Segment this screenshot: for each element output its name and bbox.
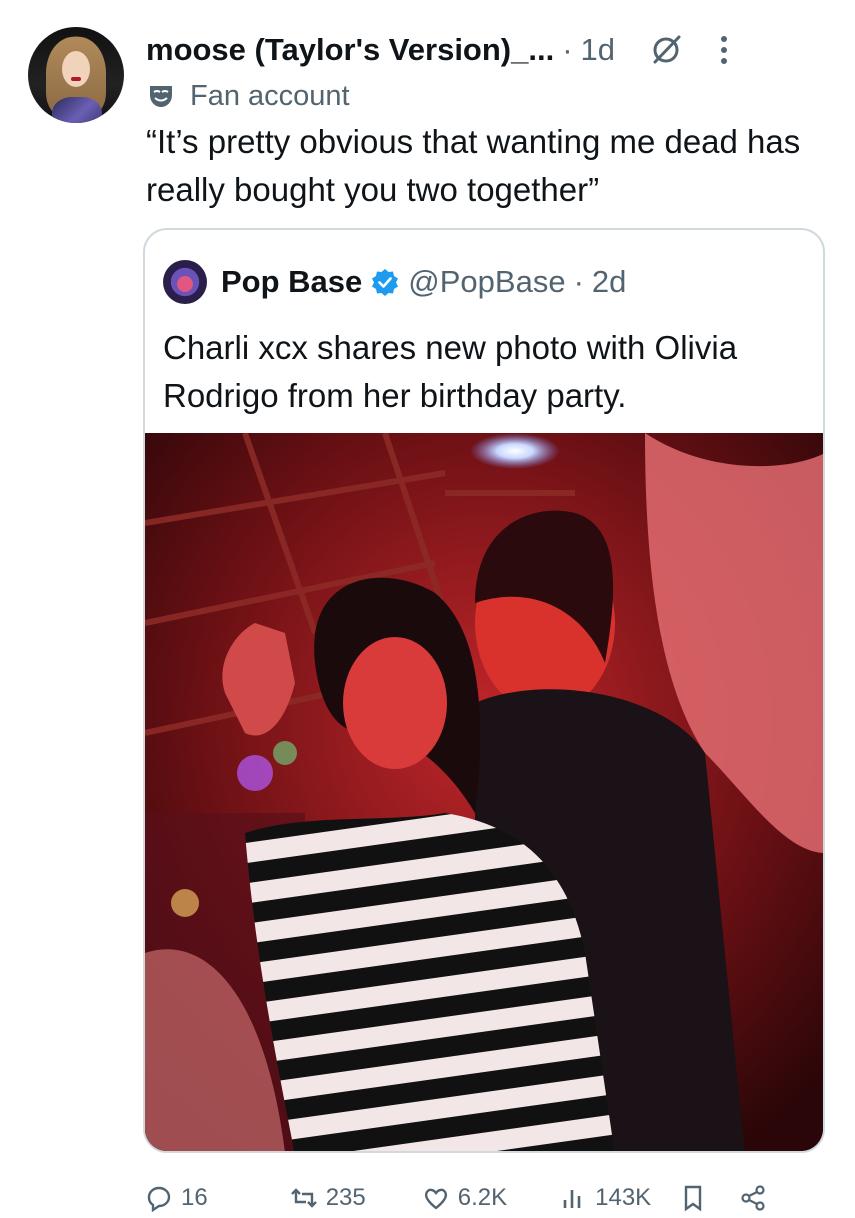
post-time[interactable]: 1d [581,32,615,68]
quoted-post-photo[interactable] [145,433,823,1151]
heart-icon [424,1188,447,1210]
repost-count: 235 [325,1184,366,1211]
avatar-face [62,51,90,87]
reply-icon [147,1186,171,1212]
photo-illustration [145,433,823,1151]
author-avatar[interactable] [28,27,124,123]
quoted-post-header: Pop Base @PopBase · 2d [163,256,626,308]
quoted-author-avatar[interactable] [163,260,207,304]
quoted-author-handle[interactable]: @PopBase [408,264,565,300]
reply-button[interactable]: 16 [145,1184,208,1212]
meta-separator: · [562,32,573,67]
like-count: 6.2K [457,1184,508,1211]
quoted-meta-separator: · [573,264,584,299]
reply-count: 16 [181,1184,208,1211]
bookmark-button[interactable] [679,1184,715,1212]
quoted-author-name[interactable]: Pop Base [221,264,362,300]
repost-icon [290,1188,317,1208]
account-label: Fan account [146,76,350,116]
like-button[interactable]: 6.2K [422,1184,507,1212]
share-button[interactable] [739,1184,775,1212]
post-action-bar: 16 235 6.2K 143K [143,1178,833,1218]
avatar-dress [52,97,102,123]
views-button[interactable]: 143K [559,1184,651,1212]
author-display-name[interactable]: moose (Taylor's Version)_... [146,32,554,68]
post-header: moose (Taylor's Version)_... · 1d [146,26,825,74]
quoted-post-time[interactable]: 2d [592,264,626,300]
share-icon [741,1185,765,1211]
repost-button[interactable]: 235 [290,1184,366,1212]
fan-account-label: Fan account [190,79,350,112]
grok-icon[interactable] [649,33,683,67]
quoted-post-card[interactable]: Pop Base @PopBase · 2d Charli xcx shares… [143,228,825,1153]
views-icon [563,1190,581,1208]
more-vertical-icon[interactable] [717,33,731,67]
quoted-post-text: Charli xcx shares new photo with Olivia … [163,329,738,414]
avatar-lips [71,77,81,81]
post-text: “It’s pretty obvious that wanting me dea… [146,123,801,208]
theater-mask-icon [150,86,172,107]
bookmark-icon [684,1185,702,1212]
views-count: 143K [595,1184,652,1211]
verified-badge-icon [372,269,399,296]
